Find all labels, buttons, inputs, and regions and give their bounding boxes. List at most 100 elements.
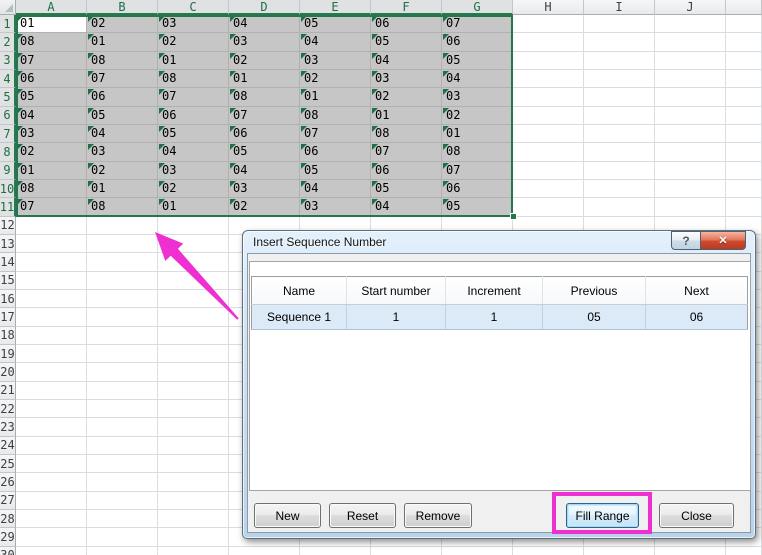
- cell-B2[interactable]: 01: [87, 33, 158, 52]
- column-header-D[interactable]: D: [229, 0, 300, 15]
- cell-C19[interactable]: [158, 344, 229, 364]
- row-header-16[interactable]: 16: [0, 289, 16, 309]
- cell-H11[interactable]: [513, 198, 584, 217]
- selection-fill-handle[interactable]: [510, 213, 517, 220]
- row-header-20[interactable]: 20: [0, 363, 16, 382]
- cell-E6[interactable]: 08: [300, 106, 371, 125]
- cell-E2[interactable]: 04: [300, 33, 371, 52]
- row-header-23[interactable]: 23: [0, 418, 16, 437]
- cell-D1[interactable]: 04: [229, 15, 300, 34]
- row-header-9[interactable]: 9: [0, 161, 16, 180]
- column-header-C[interactable]: C: [158, 0, 229, 15]
- cell-H7[interactable]: [513, 124, 584, 144]
- row-header-6[interactable]: 6: [0, 106, 16, 125]
- cell-D11[interactable]: 02: [229, 198, 300, 217]
- cell-A3[interactable]: 07: [16, 51, 87, 70]
- cell-J5[interactable]: [655, 88, 726, 107]
- cell-E1[interactable]: 05: [300, 15, 371, 34]
- cell-B7[interactable]: 04: [87, 124, 158, 144]
- cell-C3[interactable]: 01: [158, 51, 229, 70]
- cell-A9[interactable]: 01: [16, 161, 87, 180]
- cell-A13[interactable]: [16, 234, 87, 254]
- cell-B24[interactable]: [87, 436, 158, 455]
- cell-C4[interactable]: 08: [158, 69, 229, 89]
- column-header-E[interactable]: E: [300, 0, 371, 15]
- cell-C24[interactable]: [158, 436, 229, 455]
- row-header-10[interactable]: 10: [0, 179, 16, 199]
- cell-A2[interactable]: 08: [16, 33, 87, 52]
- cell-F30[interactable]: [371, 546, 442, 555]
- cell-A22[interactable]: [16, 399, 87, 419]
- cell-A10[interactable]: 08: [16, 179, 87, 199]
- row-header-25[interactable]: 25: [0, 454, 16, 474]
- cell-C29[interactable]: [158, 528, 229, 547]
- cell-J3[interactable]: [655, 51, 726, 70]
- cell-K6[interactable]: [726, 106, 762, 125]
- cell-D5[interactable]: 08: [229, 88, 300, 107]
- cell-B22[interactable]: [87, 399, 158, 419]
- cell-C30[interactable]: [158, 546, 229, 555]
- cell-A27[interactable]: [16, 491, 87, 510]
- cell-J2[interactable]: [655, 33, 726, 52]
- cell-D4[interactable]: 01: [229, 69, 300, 89]
- cell-B30[interactable]: [87, 546, 158, 555]
- cell-A19[interactable]: [16, 344, 87, 364]
- row-header-12[interactable]: 12: [0, 216, 16, 235]
- cell-B23[interactable]: [87, 418, 158, 437]
- new-button[interactable]: New: [254, 503, 321, 528]
- cell-B8[interactable]: 03: [87, 143, 158, 162]
- cell-A5[interactable]: 05: [16, 88, 87, 107]
- cell-C1[interactable]: 03: [158, 15, 229, 34]
- column-header-J[interactable]: J: [655, 0, 726, 15]
- cell-H6[interactable]: [513, 106, 584, 125]
- cell-G7[interactable]: 01: [442, 124, 513, 144]
- column-header-G[interactable]: G: [442, 0, 513, 15]
- cell-K8[interactable]: [726, 143, 762, 162]
- cell-B27[interactable]: [87, 491, 158, 510]
- cell-A24[interactable]: [16, 436, 87, 455]
- cell-B10[interactable]: 01: [87, 179, 158, 199]
- cell-C6[interactable]: 06: [158, 106, 229, 125]
- cell-H3[interactable]: [513, 51, 584, 70]
- cell-K4[interactable]: [726, 69, 762, 89]
- row-header-13[interactable]: 13: [0, 234, 16, 254]
- column-header-name[interactable]: Name: [251, 276, 347, 305]
- cell-G4[interactable]: 04: [442, 69, 513, 89]
- row-header-30[interactable]: 30: [0, 546, 16, 555]
- cell-J4[interactable]: [655, 69, 726, 89]
- cell-C5[interactable]: 07: [158, 88, 229, 107]
- cell-G3[interactable]: 05: [442, 51, 513, 70]
- cell-I6[interactable]: [584, 106, 655, 125]
- cell-C21[interactable]: [158, 381, 229, 400]
- cell-A12[interactable]: [16, 216, 87, 235]
- column-header-next[interactable]: Next: [645, 276, 748, 305]
- cell-C27[interactable]: [158, 491, 229, 510]
- cell-B1[interactable]: 02: [87, 15, 158, 34]
- cell-A11[interactable]: 07: [16, 198, 87, 217]
- cell-E8[interactable]: 06: [300, 143, 371, 162]
- cell-B19[interactable]: [87, 344, 158, 364]
- cell-I3[interactable]: [584, 51, 655, 70]
- fill-range-button[interactable]: Fill Range: [566, 503, 639, 528]
- cell-F11[interactable]: 04: [371, 198, 442, 217]
- cell-E11[interactable]: 03: [300, 198, 371, 217]
- column-header-start-number[interactable]: Start number: [346, 276, 446, 305]
- reset-button[interactable]: Reset: [329, 503, 396, 528]
- row-header-1[interactable]: 1: [0, 15, 16, 34]
- cell-A15[interactable]: [16, 271, 87, 290]
- row-header-17[interactable]: 17: [0, 308, 16, 327]
- cell-A28[interactable]: [16, 509, 87, 529]
- cell-C25[interactable]: [158, 454, 229, 474]
- cell-B3[interactable]: 08: [87, 51, 158, 70]
- cell-I5[interactable]: [584, 88, 655, 107]
- cell-F3[interactable]: 04: [371, 51, 442, 70]
- column-header-I[interactable]: I: [584, 0, 655, 15]
- cell-K9[interactable]: [726, 161, 762, 180]
- cell-F6[interactable]: 01: [371, 106, 442, 125]
- cell-B5[interactable]: 06: [87, 88, 158, 107]
- dialog-help-button[interactable]: ?: [671, 231, 701, 250]
- cell-F9[interactable]: 06: [371, 161, 442, 180]
- cell-B20[interactable]: [87, 363, 158, 382]
- cell-C18[interactable]: [158, 326, 229, 345]
- cell-C26[interactable]: [158, 473, 229, 492]
